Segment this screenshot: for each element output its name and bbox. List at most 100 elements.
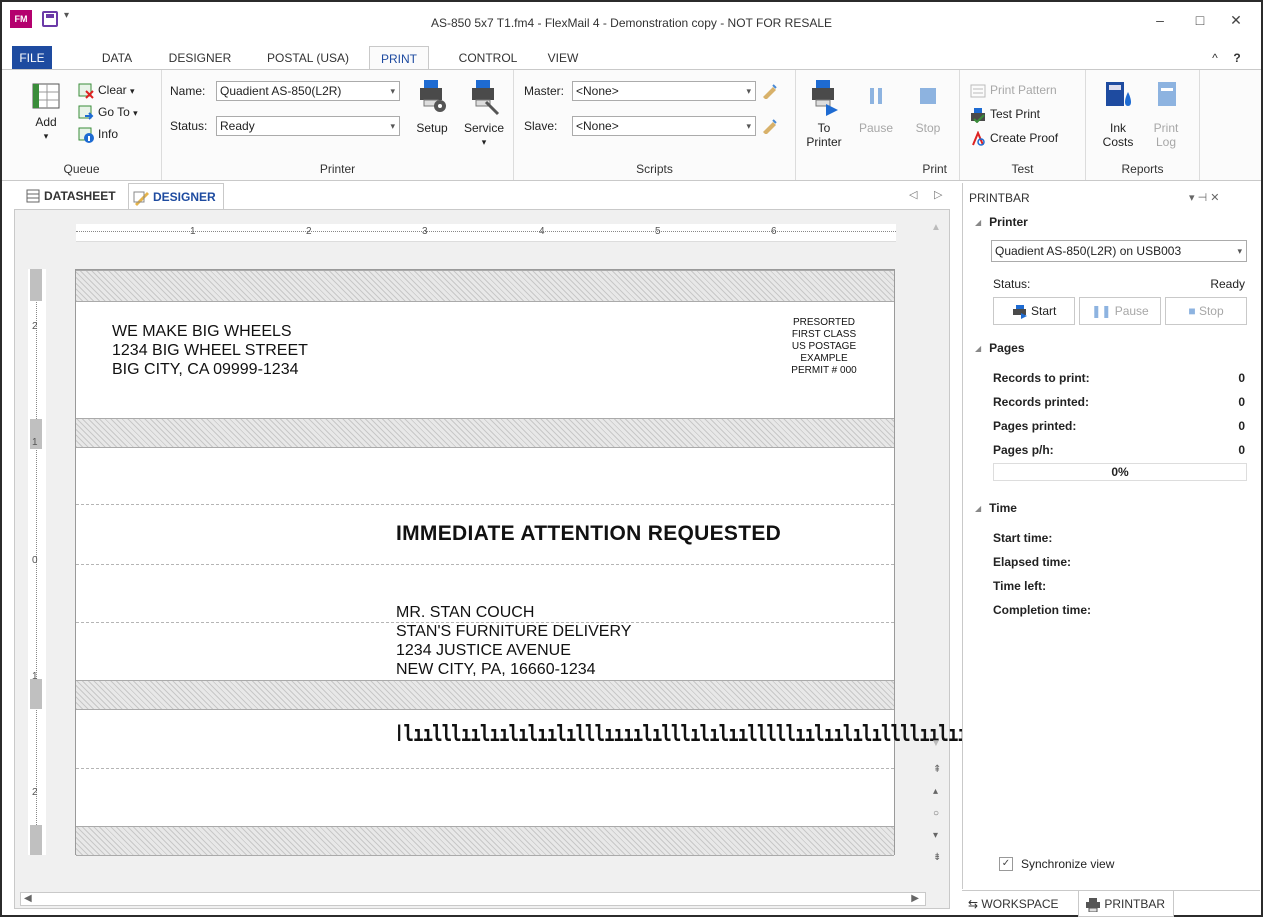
print-pattern-button[interactable]: Print Pattern [970, 80, 1057, 100]
completion-time-label: Completion time: [993, 603, 1091, 617]
postage-indicia[interactable]: PRESORTED FIRST CLASS US POSTAGE EXAMPLE… [776, 317, 872, 377]
add-button[interactable]: Add ▾ [24, 80, 68, 143]
tab-postal[interactable]: POSTAL (USA) [260, 46, 356, 70]
printer-group-label: Printer [319, 162, 356, 176]
tab-nav-right[interactable]: ▷ [934, 188, 942, 201]
goto-button[interactable]: Go To ▾ [78, 102, 138, 122]
title-bar: FM ▾ AS-850 5x7 T1.fm4 - FlexMail 4 - De… [2, 2, 1261, 42]
scroll-center-icon[interactable]: ○ [933, 808, 939, 819]
service-button[interactable]: Service ▾ [460, 78, 508, 149]
vertical-scrollbar[interactable]: ▲ ▼ ⇞ ▴ ○ ▾ ⇟ [929, 218, 945, 888]
tab-nav-left[interactable]: ◁ [909, 188, 917, 201]
tab-file[interactable]: FILE [12, 46, 52, 70]
panel-bottom-tabs: ⇆ WORKSPACE PRINTBAR [962, 890, 1260, 917]
printer-setup-icon [420, 80, 446, 112]
printbar-icon [1086, 897, 1100, 913]
hatched-band [76, 826, 894, 856]
minimize-button[interactable]: – [1148, 12, 1172, 32]
add-label: Add [35, 115, 57, 129]
tab-designer-doc[interactable]: DESIGNER [128, 183, 224, 209]
time-left-label: Time left: [993, 579, 1047, 593]
setup-button[interactable]: Setup [410, 78, 454, 135]
tab-datasheet[interactable]: DATASHEET [20, 183, 128, 209]
printbar-stop-button[interactable]: ■ Stop [1165, 297, 1247, 325]
postal-barcode[interactable]: ǀlıılllıılıılılıılılllıııılılllılılıılll… [394, 722, 987, 747]
panel-options-icon[interactable]: ▾ ⊣ ✕ [1189, 191, 1219, 204]
maximize-button[interactable]: □ [1188, 12, 1212, 32]
horizontal-scrollbar[interactable]: ◀ ▶ [20, 892, 926, 906]
tab-control[interactable]: CONTROL [447, 46, 529, 70]
datasheet-icon [26, 189, 40, 203]
to-printer-button[interactable]: To Printer [802, 78, 846, 149]
printer-section[interactable]: Printer [975, 215, 1028, 229]
start-time-label: Start time: [993, 531, 1053, 545]
headline-text[interactable]: IMMEDIATE ATTENTION REQUESTED [396, 522, 781, 546]
edit-master-icon[interactable] [761, 83, 777, 99]
group-queue: Add ▾ Clear ▾ Go To ▾ Info Queue [2, 70, 162, 180]
ruler-mark: 2 [32, 321, 38, 332]
ribbon-tabs: FILE DATA DESIGNER POSTAL (USA) PRINT CO… [2, 46, 1261, 71]
group-printer: Name: Quadient AS-850(L2R) ▾ Status: Read… [162, 70, 514, 180]
printer-status-select[interactable]: Ready ▾ [216, 116, 400, 136]
help-icon[interactable]: ? [1229, 46, 1245, 70]
clear-button[interactable]: Clear ▾ [78, 80, 135, 100]
return-address[interactable]: WE MAKE BIG WHEELS 1234 BIG WHEEL STREET… [112, 322, 308, 379]
tab-workspace[interactable]: ⇆ WORKSPACE [968, 891, 1078, 917]
scroll-top-icon[interactable]: ⇞ [933, 764, 941, 775]
records-to-print-row: Records to print: 0 [993, 371, 1245, 385]
master-script-select[interactable]: <None> ▾ [572, 81, 777, 101]
create-proof-button[interactable]: Create Proof [970, 128, 1058, 148]
ruler-mark: 4 [539, 226, 545, 237]
close-button[interactable]: ✕ [1224, 12, 1248, 32]
collapse-ribbon-icon[interactable]: ^ [1207, 46, 1223, 70]
print-log-label-1: Print [1153, 121, 1179, 135]
group-print: To Printer Pause Stop Print [796, 70, 960, 180]
tab-view[interactable]: VIEW [538, 46, 588, 70]
test-print-button[interactable]: Test Print [970, 104, 1040, 124]
time-section[interactable]: Time [975, 501, 1017, 515]
scroll-down-icon[interactable]: ▾ [933, 830, 938, 841]
print-group-label: Print [922, 162, 947, 176]
edit-slave-icon[interactable] [761, 118, 777, 134]
print-pattern-icon [970, 84, 986, 98]
ink-costs-icon [1106, 82, 1131, 106]
printbar-printer-select[interactable]: Quadient AS-850(L2R) on USB003 ▾ [991, 240, 1247, 262]
slave-label: Slave: [524, 119, 558, 133]
ruler-mark: 0 [32, 555, 38, 566]
synchronize-view-checkbox[interactable]: ✓ [999, 857, 1013, 871]
pages-per-hour-row: Pages p/h: 0 [993, 443, 1245, 457]
tab-print[interactable]: PRINT [369, 46, 429, 71]
ink-costs-label-2: Costs [1102, 135, 1134, 149]
group-test: Print Pattern Test Print Create Proof Te… [960, 70, 1086, 180]
scroll-bottom-icon[interactable]: ⇟ [933, 852, 941, 863]
ink-costs-button[interactable]: Ink Costs [1098, 78, 1138, 149]
pages-section[interactable]: Pages [975, 341, 1024, 355]
synchronize-view-label: Synchronize view [1021, 857, 1115, 871]
slave-script-select[interactable]: <None> ▾ [572, 116, 777, 136]
ruler-mark: 2 [306, 226, 312, 237]
stop-button[interactable]: Stop [906, 78, 950, 135]
printbar-pause-button[interactable]: ❚❚ Pause [1079, 297, 1161, 325]
ruler-mark: 1 [32, 671, 38, 682]
tab-printbar[interactable]: PRINTBAR [1078, 891, 1174, 917]
master-label: Master: [524, 84, 565, 98]
scroll-up-icon[interactable]: ▴ [933, 786, 938, 797]
recipient-address[interactable]: MR. STAN COUCH STAN'S FURNITURE DELIVERY… [396, 603, 631, 679]
printer-name-select[interactable]: Quadient AS-850(L2R) ▾ [216, 81, 400, 101]
ribbon: Add ▾ Clear ▾ Go To ▾ Info Queue Name: Q… [2, 69, 1261, 181]
scroll-left-icon[interactable]: ◀ [24, 893, 32, 904]
scroll-right-icon[interactable]: ▶ [911, 893, 919, 904]
setup-label: Setup [416, 121, 448, 135]
ruler-mark: 3 [422, 226, 428, 237]
printbar-start-button[interactable]: Start [993, 297, 1075, 325]
tab-data[interactable]: DATA [92, 46, 142, 70]
stop-icon [920, 88, 936, 104]
envelope-design: WE MAKE BIG WHEELS 1234 BIG WHEEL STREET… [75, 269, 987, 856]
info-icon [78, 127, 94, 143]
elapsed-time-label: Elapsed time: [993, 555, 1072, 569]
print-log-button[interactable]: Print Log [1146, 78, 1186, 149]
tab-designer[interactable]: DESIGNER [162, 46, 238, 70]
pause-button[interactable]: Pause [854, 78, 898, 135]
test-group-label: Test [1011, 162, 1034, 176]
info-button[interactable]: Info [78, 124, 118, 144]
